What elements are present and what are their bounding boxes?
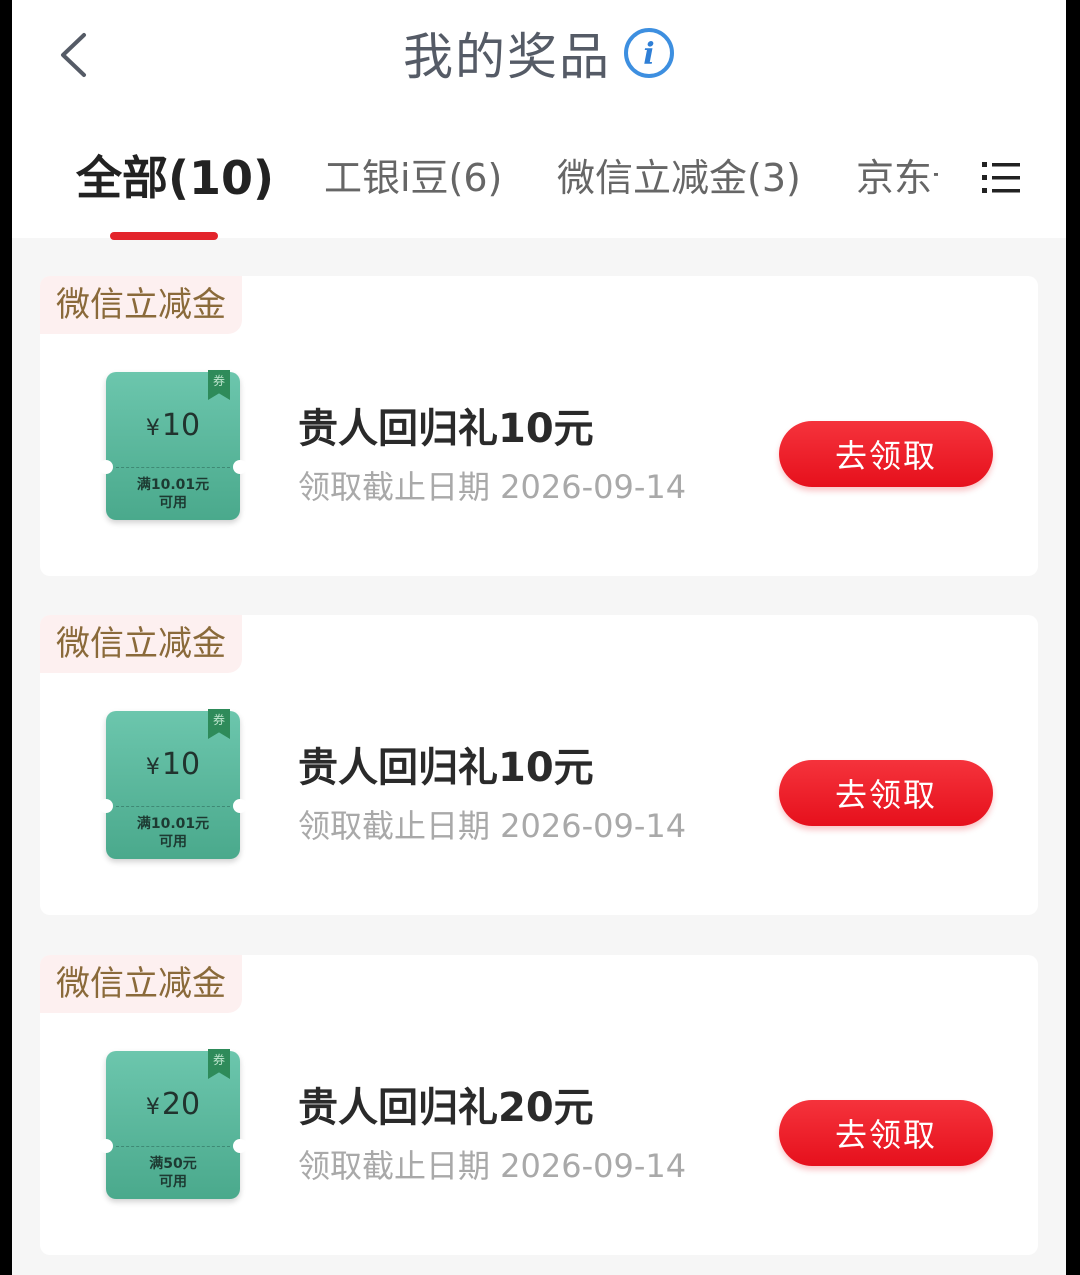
coupon-condition: 满50元可用	[106, 1155, 240, 1191]
coupon-condition: 满10.01元 可用	[106, 476, 240, 512]
tab-bar: 全部(10) 工银i豆(6) 微信立减金(3) 京东卡	[12, 140, 1066, 240]
coupon-icon: 券 ¥20 满50元可用	[99, 1049, 247, 1199]
coupon-usable: 可用	[159, 834, 187, 850]
prize-title: 贵人回归礼10元	[298, 406, 594, 452]
coupon-amount: ¥20	[106, 1087, 240, 1122]
coupon-threshold: 满10.01元	[136, 477, 210, 493]
active-tab-indicator	[110, 232, 218, 240]
claim-button[interactable]: 去领取	[779, 1100, 993, 1166]
coupon-icon: 券 ¥10 满10.01元 可用	[99, 709, 247, 859]
coupon-currency: ¥	[145, 755, 160, 780]
coupon-divider	[116, 1146, 230, 1147]
prize-deadline: 领取截止日期 2026-09-14	[298, 468, 687, 506]
claim-button[interactable]: 去领取	[779, 760, 993, 826]
coupon-amount: ¥10	[106, 408, 240, 443]
claim-button[interactable]: 去领取	[779, 421, 993, 487]
title-bar: 我的奖品 i	[12, 18, 1066, 88]
prize-page: 我的奖品 i 全部(10) 工银i豆(6) 微信立减金(3) 京东卡	[12, 0, 1066, 1275]
coupon-currency: ¥	[145, 1095, 160, 1120]
coupon-value: 10	[161, 408, 201, 443]
coupon-currency: ¥	[145, 416, 160, 441]
coupon-usable: 可用	[159, 1174, 187, 1190]
page-header: 我的奖品 i 全部(10) 工银i豆(6) 微信立减金(3) 京东卡	[12, 0, 1066, 240]
coupon-ribbon: 券	[208, 370, 230, 400]
coupon-threshold: 满50元	[149, 1156, 197, 1172]
prize-deadline: 领取截止日期 2026-09-14	[298, 1147, 687, 1185]
tab-jd-card[interactable]: 京东卡	[856, 140, 938, 216]
prize-title: 贵人回归礼10元	[298, 745, 594, 791]
prize-deadline: 领取截止日期 2026-09-14	[298, 807, 687, 845]
info-icon: i	[624, 28, 674, 78]
list-icon	[982, 162, 1020, 193]
prize-title: 贵人回归礼20元	[298, 1085, 594, 1131]
coupon-value: 10	[161, 747, 201, 782]
coupon-condition: 满10.01元 可用	[106, 815, 240, 851]
page-title: 我的奖品	[403, 28, 611, 86]
tab-all[interactable]: 全部(10)	[76, 140, 274, 216]
coupon-value: 20	[161, 1087, 201, 1122]
coupon-ribbon: 券	[208, 709, 230, 739]
prize-type-tag: 微信立减金	[40, 615, 242, 673]
prize-type-tag: 微信立减金	[40, 955, 242, 1013]
coupon-amount: ¥10	[106, 747, 240, 782]
tab-icbc-idou[interactable]: 工银i豆(6)	[324, 140, 502, 216]
coupon-divider	[116, 467, 230, 468]
coupon-ribbon: 券	[208, 1049, 230, 1079]
prize-card: 微信立减金 券 ¥20 满50元可用 贵人回归礼20元 领取截止日期 2026-…	[40, 955, 1038, 1255]
coupon-icon: 券 ¥10 满10.01元 可用	[99, 370, 247, 520]
coupon-divider	[116, 806, 230, 807]
prize-card: 微信立减金 券 ¥10 满10.01元 可用 贵人回归礼10元 领取截止日期 20…	[40, 615, 1038, 915]
coupon-usable: 可用	[159, 495, 187, 511]
tab-menu-button[interactable]	[978, 155, 1024, 201]
coupon-threshold: 满10.01元	[136, 816, 210, 832]
tab-wechat-discount[interactable]: 微信立减金(3)	[557, 140, 801, 216]
prize-type-tag: 微信立减金	[40, 276, 242, 334]
info-button[interactable]: i	[623, 27, 675, 79]
prize-card: 微信立减金 券 ¥10 满10.01元 可用 贵人回归礼10元 领取截止日期 20…	[40, 276, 1038, 576]
info-glyph: i	[643, 37, 654, 72]
